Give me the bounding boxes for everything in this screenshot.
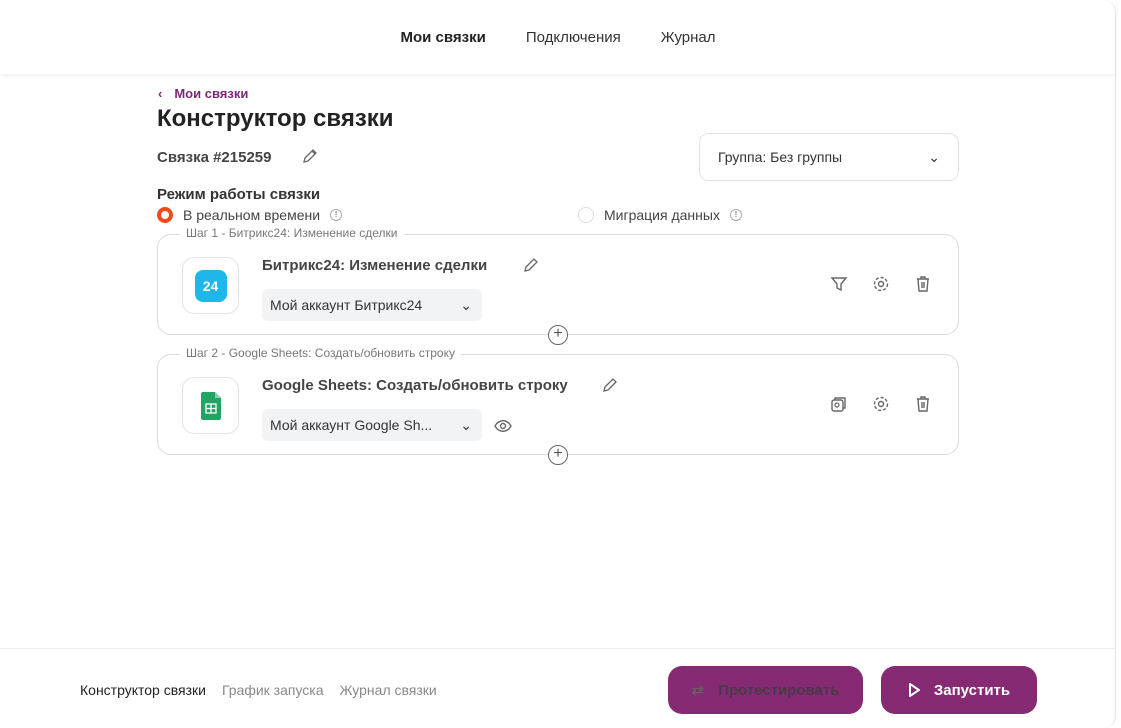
top-nav: Мои связки Подключения Журнал [0,0,1116,74]
step-legend: Шаг 2 - Google Sheets: Создать/обновить … [180,346,461,360]
run-button[interactable]: Запустить [881,666,1037,714]
test-button[interactable]: ⇄ Протестировать [668,666,863,714]
info-icon[interactable]: ! [330,209,343,221]
play-icon [908,683,920,697]
radio-label: Миграция данных [604,207,720,223]
account-select[interactable]: Мой аккаунт Битрикс24 ⌄ [262,289,482,321]
add-step-button[interactable]: + [548,325,568,345]
radio-realtime[interactable]: В реальном времени! [157,207,343,223]
pencil-icon[interactable] [602,377,618,393]
bottom-bar: Конструктор связки График запуска Журнал… [0,648,1116,728]
chevron-down-icon: ⌄ [928,148,940,165]
step-card: Шаг 1 - Битрикс24: Изменение сделки 24 Б… [157,226,959,345]
trash-icon[interactable] [914,275,932,293]
chevron-down-icon: ⌄ [460,296,472,313]
swap-icon: ⇄ [691,682,705,699]
google-sheets-icon [200,391,221,420]
pencil-icon[interactable] [523,257,539,273]
tab-link-journal[interactable]: Журнал связки [340,682,437,698]
pencil-icon[interactable] [302,148,318,164]
account-select[interactable]: Мой аккаунт Google Sh... ⌄ [262,409,482,441]
step-title: Google Sheets: Создать/обновить строку [262,377,568,394]
radio-selected[interactable] [157,207,173,223]
nav-journal[interactable]: Журнал [661,29,716,46]
radio-migration[interactable]: Миграция данных! [578,207,742,223]
step-title: Битрикс24: Изменение сделки [262,257,488,274]
breadcrumb-label: Мои связки [174,86,249,101]
tab-schedule[interactable]: График запуска [222,682,324,698]
step-card: Шаг 2 - Google Sheets: Создать/обновить … [157,346,959,465]
preview-search-icon[interactable] [830,395,848,413]
nav-connections[interactable]: Подключения [526,29,621,46]
group-select[interactable]: Группа: Без группы ⌄ [699,133,959,181]
mode-label: Режим работы связки [157,186,321,203]
gear-icon[interactable] [872,275,890,293]
test-label: Протестировать [718,681,840,699]
page-title: Конструктор связки [157,105,394,132]
link-id-label: Связка #215259 [157,149,272,166]
trash-icon[interactable] [914,395,932,413]
link-id: Связка #215259 [157,148,318,166]
add-step-button[interactable]: + [548,445,568,465]
eye-icon[interactable] [494,419,512,433]
chevron-left-icon: ‹ [158,86,163,101]
radio-label: В реальном времени [183,207,321,223]
account-label: Мой аккаунт Google Sh... [270,417,433,433]
filter-icon[interactable] [830,275,848,293]
google-sheets-logo [182,377,239,434]
bitrix24-icon: 24 [194,269,227,302]
group-label: Группа: Без группы [718,149,843,165]
chevron-down-icon: ⌄ [460,416,472,433]
nav-my-links[interactable]: Мои связки [401,29,486,46]
step-legend: Шаг 1 - Битрикс24: Изменение сделки [180,226,404,240]
info-icon[interactable]: ! [729,209,742,221]
run-label: Запустить [933,681,1011,699]
bitrix24-logo: 24 [182,257,239,314]
account-label: Мой аккаунт Битрикс24 [270,297,423,313]
tab-constructor[interactable]: Конструктор связки [80,682,206,698]
breadcrumb-back[interactable]: ‹ Мои связки [158,86,248,101]
gear-icon[interactable] [872,395,890,413]
radio-unselected[interactable] [578,207,594,223]
